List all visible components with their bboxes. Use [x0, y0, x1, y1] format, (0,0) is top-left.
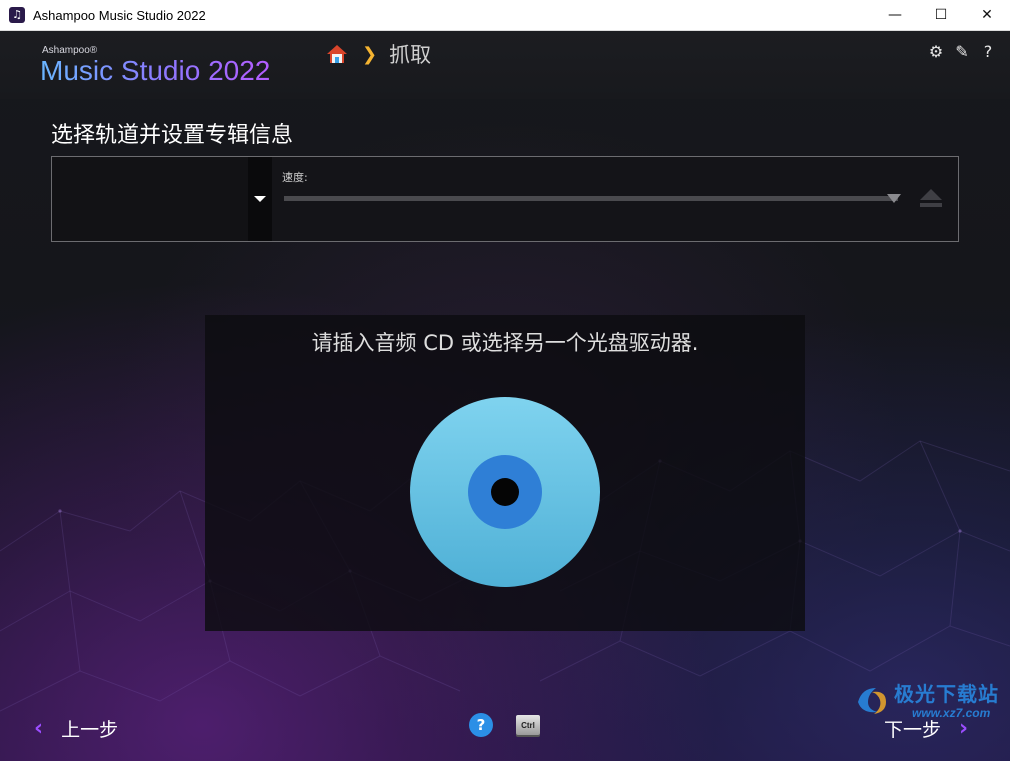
help-icon[interactable]: ?: [980, 42, 996, 61]
title-bar: ♫ Ashampoo Music Studio 2022 — ☐ ✕: [0, 0, 1010, 31]
chevron-left-icon: ‹: [34, 716, 44, 741]
close-button[interactable]: ✕: [964, 0, 1010, 30]
home-icon[interactable]: [326, 43, 348, 65]
speed-select[interactable]: [284, 196, 898, 201]
insert-disc-panel: 请插入音频 CD 或选择另一个光盘驱动器.: [205, 315, 805, 631]
drive-dropdown-button[interactable]: [248, 157, 272, 241]
brand-logo: Ashampoo® Music Studio 2022: [40, 45, 270, 86]
help-button[interactable]: ?: [469, 713, 493, 737]
header-bar: Ashampoo® Music Studio 2022 ❯ 抓取 ⚙ ✎ ?: [0, 31, 1010, 99]
cd-icon: [410, 397, 600, 587]
footer-bar: ‹ 上一步 ? Ctrl 下一步 ›: [0, 701, 1010, 751]
back-button[interactable]: ‹ 上一步: [34, 715, 118, 742]
next-label: 下一步: [884, 719, 942, 741]
brand-product: Music Studio 2022: [40, 55, 271, 86]
breadcrumb-current: 抓取: [389, 43, 432, 67]
page-title: 选择轨道并设置专辑信息: [51, 123, 294, 148]
maximize-button[interactable]: ☐: [918, 0, 964, 30]
speed-label: 速度:: [282, 171, 308, 184]
chevron-down-icon: [254, 196, 266, 202]
app-music-icon: ♫: [9, 7, 25, 23]
eject-icon[interactable]: [918, 187, 944, 209]
breadcrumb: ❯ 抓取: [326, 39, 431, 69]
app-body: Ashampoo® Music Studio 2022 ❯ 抓取 ⚙ ✎ ? 选…: [0, 31, 1010, 761]
drive-select[interactable]: [52, 157, 272, 241]
speed-dropdown-icon[interactable]: [887, 194, 901, 203]
window-title: Ashampoo Music Studio 2022: [33, 7, 206, 23]
next-button[interactable]: 下一步 ›: [884, 715, 968, 742]
drive-panel: 速度:: [51, 156, 959, 242]
minimize-button[interactable]: —: [872, 0, 918, 30]
breadcrumb-chevron-icon: ❯: [362, 43, 378, 65]
back-label: 上一步: [61, 719, 119, 741]
window-controls: — ☐ ✕: [872, 0, 1010, 30]
insert-disc-message: 请插入音频 CD 或选择另一个光盘驱动器.: [311, 331, 699, 355]
edit-icon[interactable]: ✎: [954, 42, 970, 61]
ctrl-key-icon[interactable]: Ctrl: [516, 715, 540, 735]
gear-icon[interactable]: ⚙: [928, 42, 944, 61]
chevron-right-icon: ›: [959, 716, 969, 741]
header-tools: ⚙ ✎ ?: [928, 42, 996, 61]
